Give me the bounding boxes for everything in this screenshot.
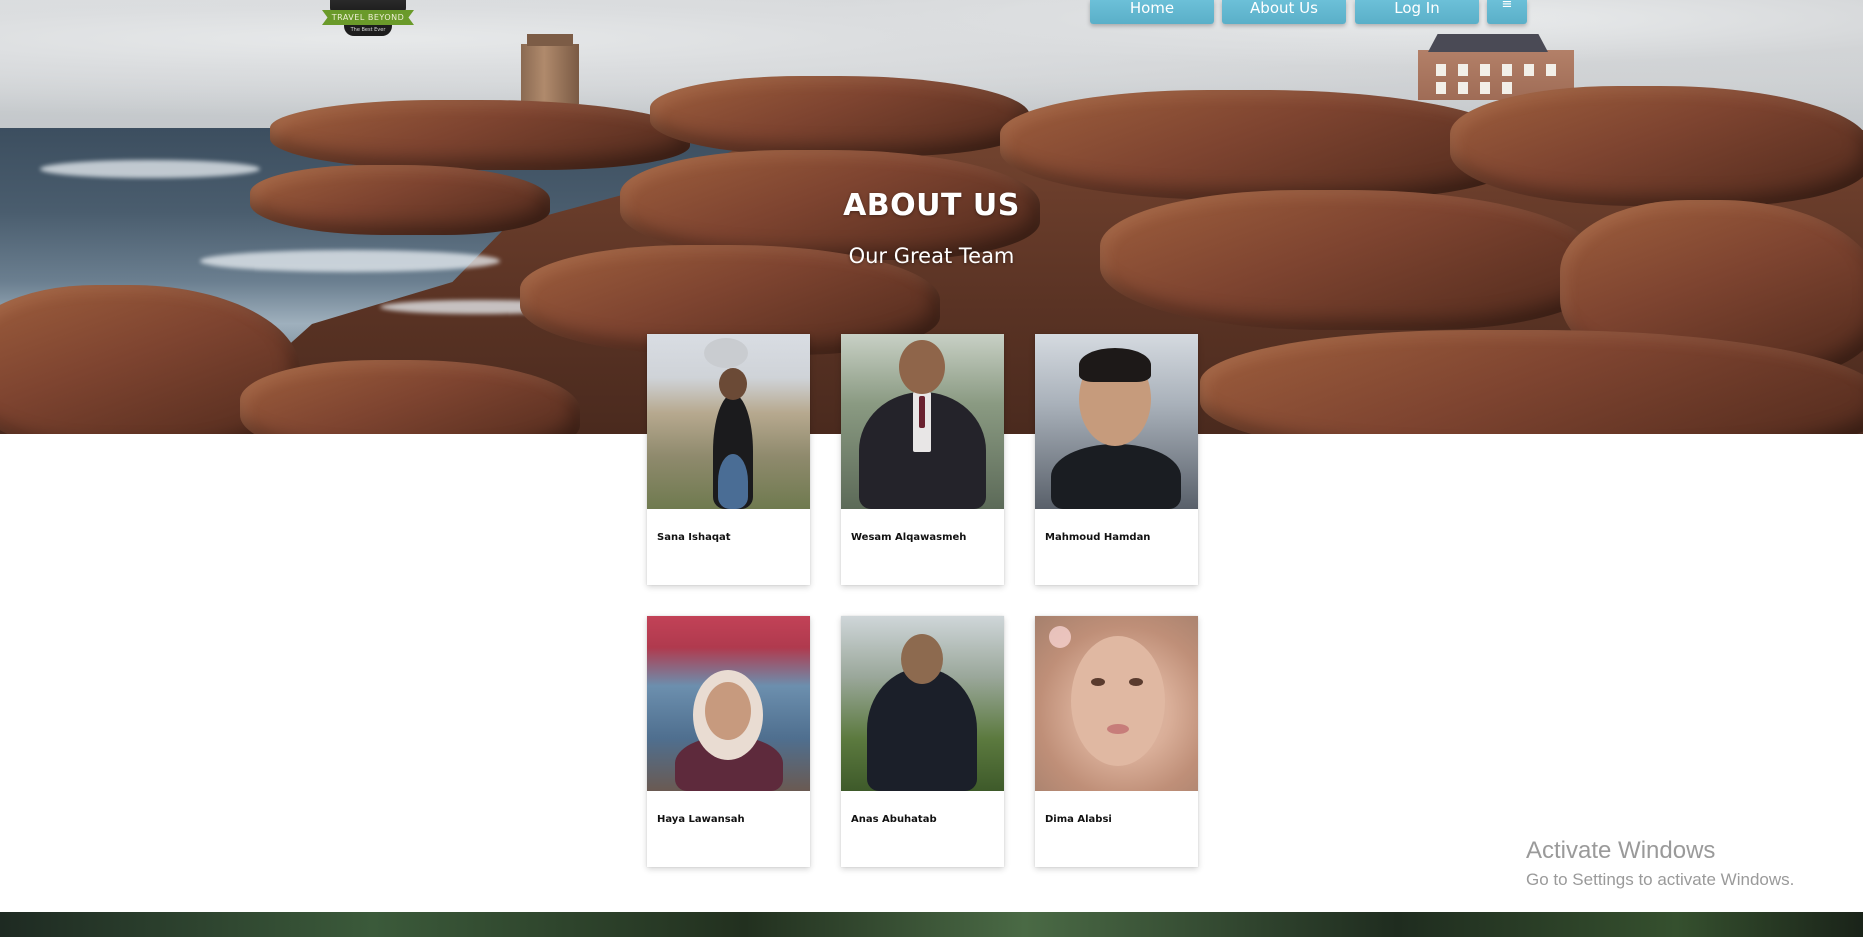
footer-banner: [0, 912, 1863, 937]
photo-person: [867, 668, 977, 791]
nav-login-button[interactable]: Log In: [1355, 0, 1479, 24]
photo-head: [899, 340, 945, 394]
menu-icon: ≡: [1501, 0, 1513, 12]
photo-tie: [919, 396, 925, 428]
logo-tagline: The Best Ever: [344, 25, 392, 36]
activation-watermark-subtitle: Go to Settings to activate Windows.: [1526, 870, 1795, 889]
hero-rock: [240, 360, 580, 434]
team-photo: [1035, 334, 1198, 509]
page-title: ABOUT US: [843, 188, 1020, 223]
team-photo: [841, 334, 1004, 509]
team-name: Dima Alabsi: [1045, 814, 1112, 825]
photo-dome: [704, 338, 748, 368]
team-card: Mahmoud Hamdan: [1035, 334, 1198, 585]
photo-lips: [1107, 724, 1129, 734]
photo-jeans: [718, 454, 748, 509]
team-name: Wesam Alqawasmeh: [851, 532, 967, 543]
hero-rock: [270, 100, 690, 170]
photo-head: [901, 634, 943, 684]
nav-login-label: Log In: [1394, 0, 1440, 17]
team-photo: [1035, 616, 1198, 791]
photo-eye: [1091, 678, 1105, 686]
page-subtitle: Our Great Team: [848, 244, 1015, 268]
photo-face: [1071, 636, 1165, 766]
team-name: Haya Lawansah: [657, 814, 745, 825]
site-logo[interactable]: TRAVEL BEYOND The Best Ever: [322, 0, 414, 38]
team-name: Mahmoud Hamdan: [1045, 532, 1151, 543]
nav-home-button[interactable]: Home: [1090, 0, 1214, 24]
team-photo: [647, 334, 810, 509]
nav-about-button[interactable]: About Us: [1222, 0, 1346, 24]
nav-home-label: Home: [1129, 0, 1175, 17]
hero-rock: [1200, 330, 1863, 434]
team-card: Dima Alabsi: [1035, 616, 1198, 867]
team-name: Anas Abuhatab: [851, 814, 937, 825]
hero-foam: [40, 160, 260, 178]
logo-text: TRAVEL BEYOND: [322, 10, 414, 25]
photo-bokeh: [1049, 626, 1071, 648]
team-photo: [647, 616, 810, 791]
team-card: Haya Lawansah: [647, 616, 810, 867]
team-name: Sana Ishaqat: [657, 532, 731, 543]
team-card: Sana Ishaqat: [647, 334, 810, 585]
photo-hair: [1079, 348, 1151, 382]
photo-face: [705, 682, 751, 740]
photo-head: [719, 368, 747, 400]
team-photo: [841, 616, 1004, 791]
menu-button[interactable]: ≡: [1487, 0, 1527, 24]
photo-person: [1051, 444, 1181, 509]
activation-watermark-title: Activate Windows: [1526, 837, 1716, 864]
hero-tower: [521, 34, 579, 104]
team-card: Anas Abuhatab: [841, 616, 1004, 867]
hero-rock: [650, 76, 1030, 156]
photo-eye: [1129, 678, 1143, 686]
hero-rock: [1000, 90, 1520, 200]
team-card: Wesam Alqawasmeh: [841, 334, 1004, 585]
nav-about-label: About Us: [1250, 0, 1318, 17]
